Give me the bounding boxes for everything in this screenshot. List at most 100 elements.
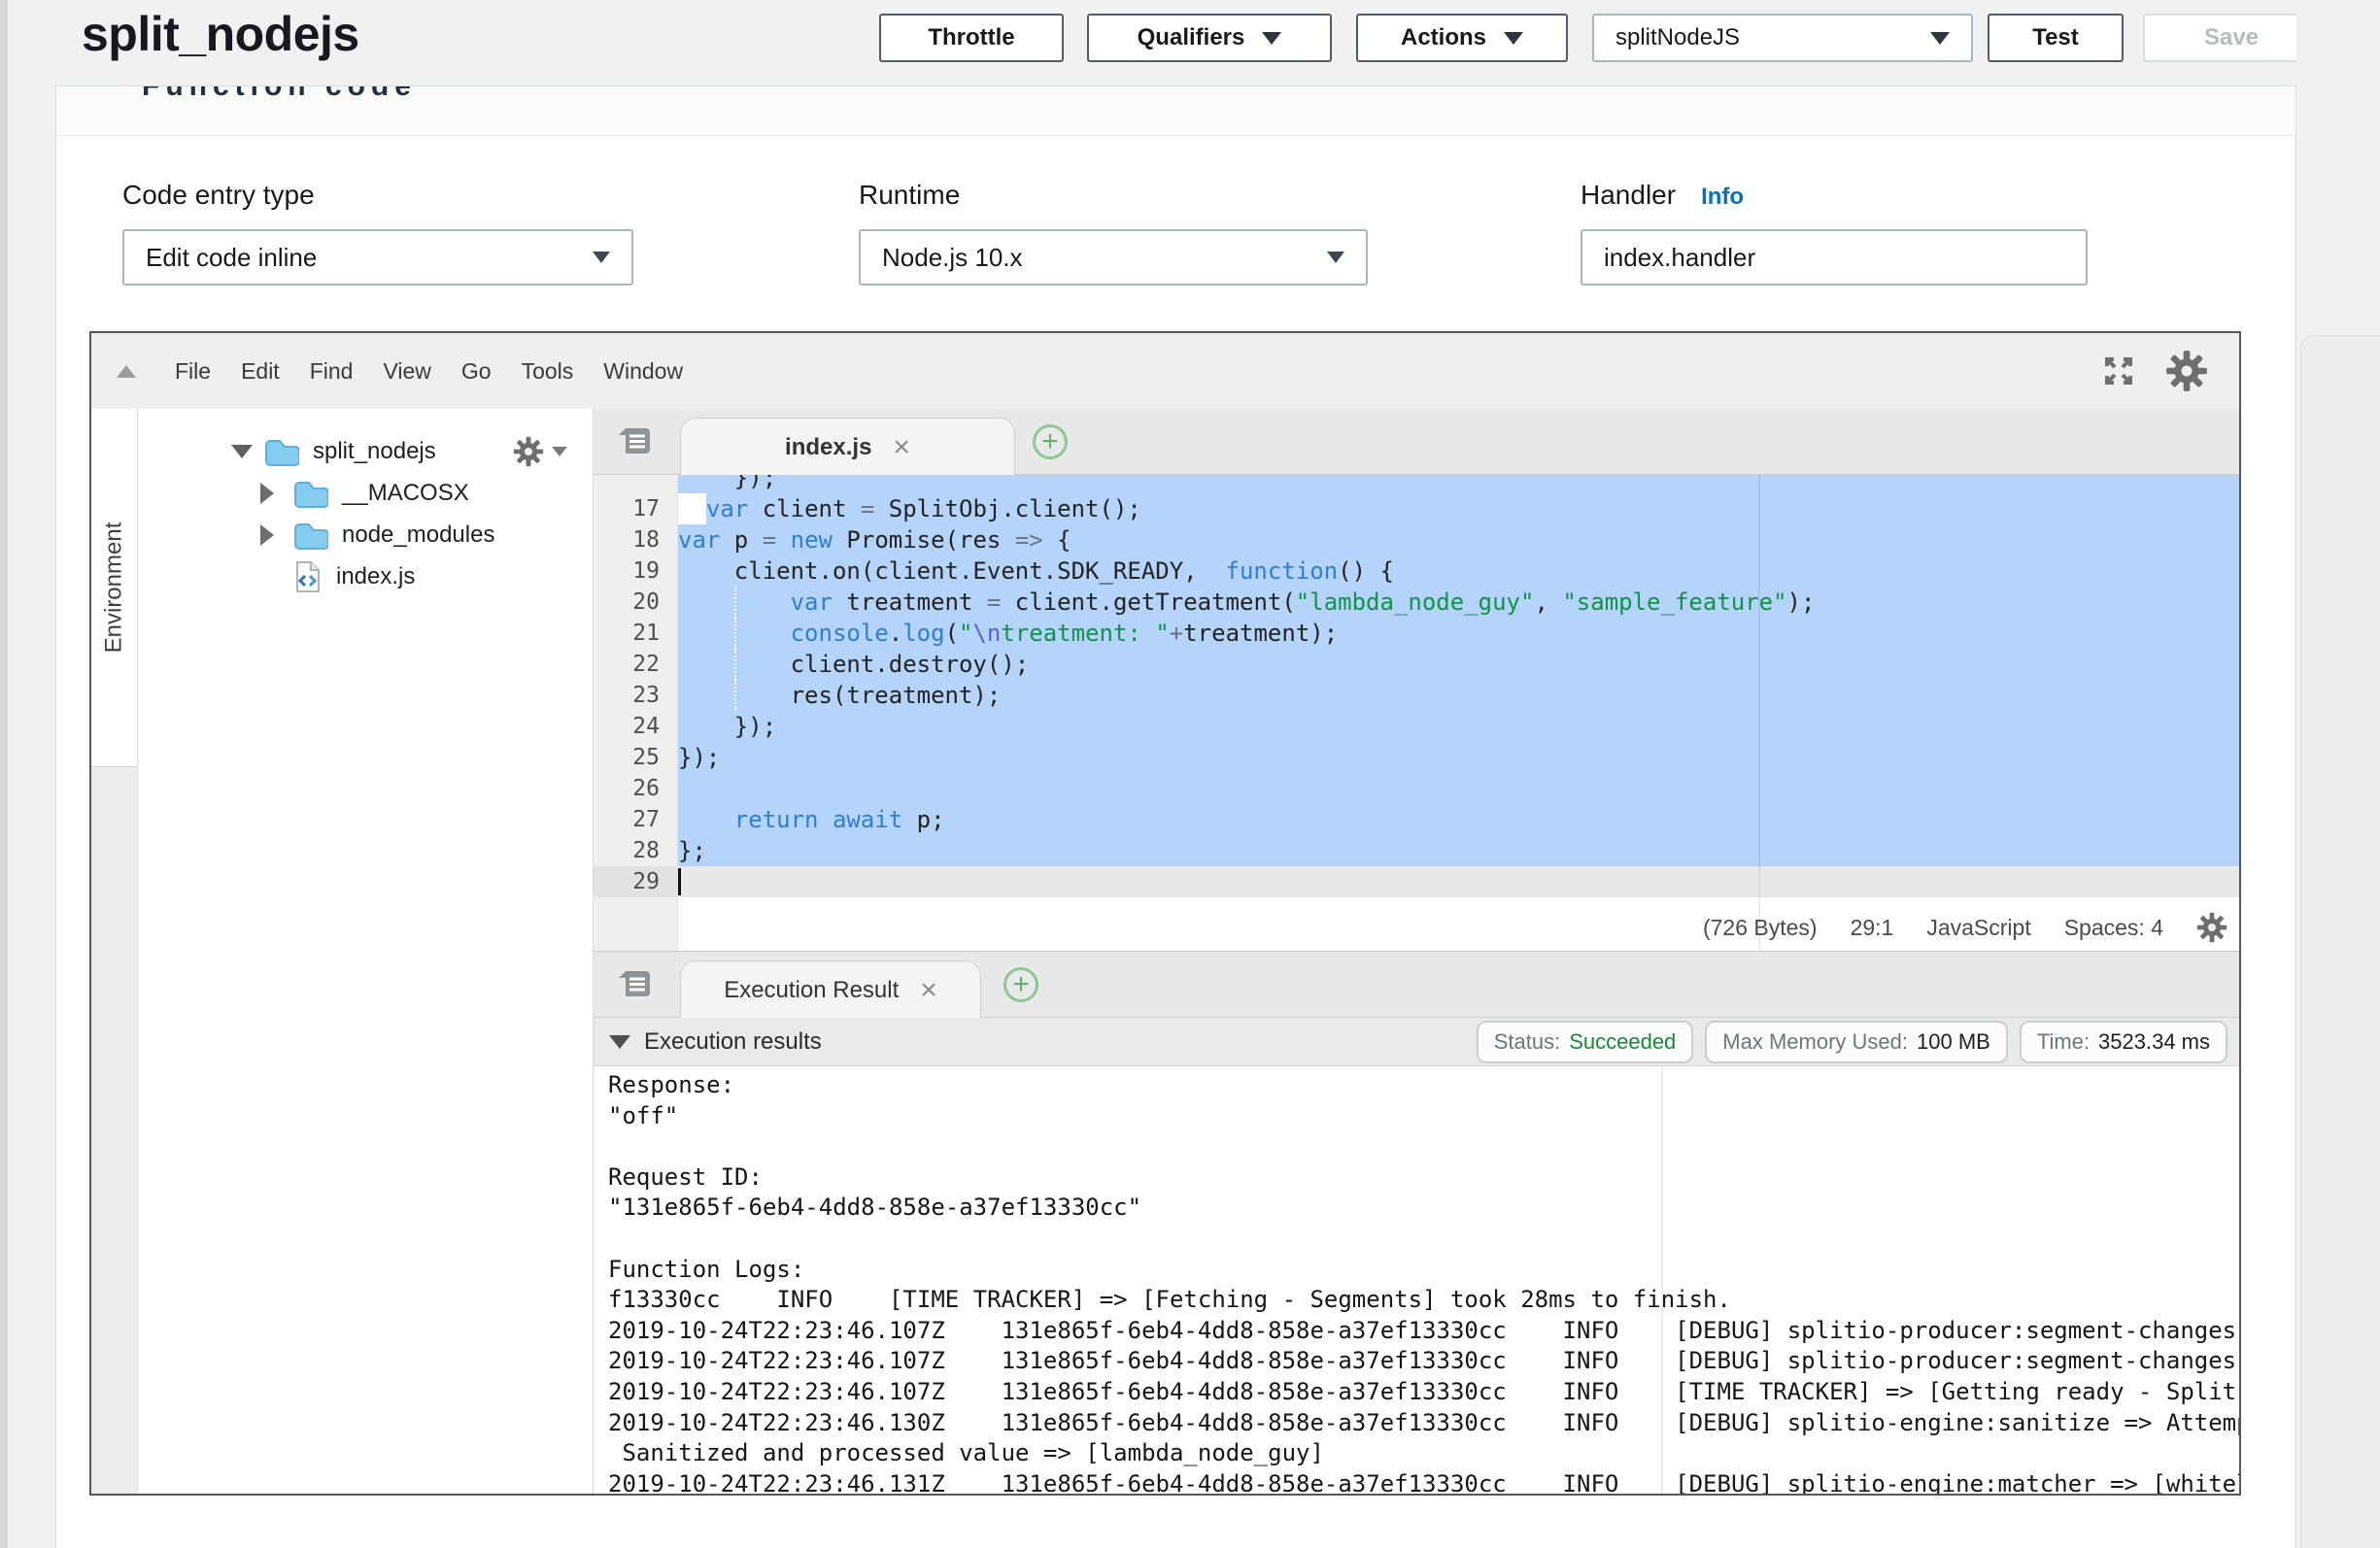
code-line-17[interactable]: 17 var client = SplitObj.client(); xyxy=(594,493,2239,524)
page-right-gutter xyxy=(2296,0,2380,1548)
test-button[interactable]: Test xyxy=(1988,14,2124,62)
badge-status-: Status:Succeeded xyxy=(1477,1021,1694,1063)
file-tree: split_nodejs__MACOSXnode_modulesindex.js xyxy=(138,409,594,1494)
code-line-22[interactable]: 22 client.destroy(); xyxy=(594,649,2239,680)
editor-body: Environment split_nodejs__MACOSXnode_mod… xyxy=(91,409,2239,1494)
code-entry-type-value: Edit code inline xyxy=(146,243,317,273)
line-number: 24 xyxy=(594,711,677,742)
runtime-select[interactable]: Node.js 10.x xyxy=(859,229,1368,286)
code-tabbar: index.js × + xyxy=(594,409,2239,475)
page-title: split_nodejs xyxy=(82,6,359,62)
menu-file[interactable]: File xyxy=(167,353,219,390)
runtime-label: Runtime xyxy=(859,180,960,211)
alias-select[interactable]: splitNodeJS xyxy=(1592,14,1973,62)
actions-button-label: Actions xyxy=(1401,24,1486,51)
lambda-console-page: split_nodejs Throttle Qualifiers Actions… xyxy=(0,0,2380,1548)
execution-results-title: Execution results xyxy=(644,1028,822,1056)
text-cursor xyxy=(678,868,681,895)
tree-settings-gear-icon[interactable] xyxy=(513,436,567,467)
chevron-down-icon xyxy=(1327,252,1344,263)
tree-item-label: index.js xyxy=(336,563,415,590)
code-line-23[interactable]: 23 res(treatment); xyxy=(594,680,2239,711)
save-button-label: Save xyxy=(2204,24,2259,51)
environment-tab-label: Environment xyxy=(101,522,128,654)
line-number: 17 xyxy=(594,493,677,524)
collapsed-right-panel xyxy=(2300,335,2380,1548)
handler-label-text: Handler xyxy=(1581,180,1676,210)
menu-edit[interactable]: Edit xyxy=(233,353,288,390)
qualifiers-button-label: Qualifiers xyxy=(1138,24,1245,51)
tab-index-js[interactable]: index.js × xyxy=(680,418,1015,476)
execution-results-header: Execution results Status:Succeeded Max Me… xyxy=(594,1018,2239,1066)
tab-execution-result-label: Execution Result xyxy=(724,977,899,1004)
add-tab-icon[interactable]: + xyxy=(1003,967,1038,1002)
tree-item--macosx[interactable]: __MACOSX xyxy=(138,472,593,514)
code-line-24[interactable]: 24 }); xyxy=(594,711,2239,742)
menu-window[interactable]: Window xyxy=(595,353,691,390)
code-line-27[interactable]: 27 return await p; xyxy=(594,804,2239,835)
code-line-16[interactable]: }); xyxy=(594,475,2239,493)
gear-icon[interactable] xyxy=(2196,912,2227,943)
test-button-label: Test xyxy=(2032,24,2079,51)
save-button[interactable]: Save xyxy=(2143,14,2320,62)
line-number: 22 xyxy=(594,649,677,680)
caret-right-icon[interactable] xyxy=(260,524,274,546)
badge-max-memory-used-: Max Memory Used:100 MB xyxy=(1705,1021,2008,1063)
code-entry-type-select[interactable]: Edit code inline xyxy=(122,229,633,286)
code-area[interactable]: (726 Bytes) 29:1 JavaScript Spaces: 4 })… xyxy=(594,475,2239,952)
fullscreen-icon[interactable] xyxy=(2101,353,2136,388)
line-number: 28 xyxy=(594,835,677,866)
environment-strip: Environment xyxy=(91,409,138,1494)
card-top-clipped-strip: Function code xyxy=(56,86,2295,136)
handler-info-link[interactable]: Info xyxy=(1701,184,1744,210)
tree-item-label: __MACOSX xyxy=(342,480,469,507)
menu-tools[interactable]: Tools xyxy=(514,353,582,390)
tree-item-index-js[interactable]: index.js xyxy=(138,555,593,597)
environment-tab[interactable]: Environment xyxy=(91,409,137,767)
code-line-19[interactable]: 19 client.on(client.Event.SDK_READY, fun… xyxy=(594,555,2239,587)
chevron-down-icon xyxy=(1930,32,1950,45)
close-icon[interactable]: × xyxy=(920,976,937,1005)
actions-button[interactable]: Actions xyxy=(1356,14,1568,62)
menu-find[interactable]: Find xyxy=(302,353,361,390)
code-line-21[interactable]: 21 console.log("\ntreatment: "+treatment… xyxy=(594,618,2239,649)
chevron-down-icon xyxy=(1262,32,1281,45)
window-left-edge xyxy=(0,0,8,1548)
menu-view[interactable]: View xyxy=(375,353,438,390)
code-line-29[interactable]: 29 xyxy=(594,866,2239,897)
caret-right-icon[interactable] xyxy=(260,483,274,504)
indent-setting[interactable]: Spaces: 4 xyxy=(2064,915,2163,941)
clipped-section-heading: Function code xyxy=(142,86,417,103)
badge-time-: Time:3523.34 ms xyxy=(2020,1021,2227,1063)
tab-list-icon[interactable] xyxy=(617,968,652,1004)
code-line-25[interactable]: 25}); xyxy=(594,742,2239,773)
code-line-28[interactable]: 28}; xyxy=(594,835,2239,866)
chevron-down-icon xyxy=(593,252,610,263)
gear-icon[interactable] xyxy=(2165,350,2208,392)
close-icon[interactable]: × xyxy=(893,433,910,462)
menubar-right-icons xyxy=(2101,350,2208,392)
tab-execution-result[interactable]: Execution Result × xyxy=(680,960,981,1019)
code-line-18[interactable]: 18var p = new Promise(res => { xyxy=(594,524,2239,555)
log-text: Response: "off" Request ID: "131e865f-6e… xyxy=(594,1066,2239,1494)
throttle-button-label: Throttle xyxy=(928,24,1014,51)
tree-item-node-modules[interactable]: node_modules xyxy=(138,514,593,555)
menu-go[interactable]: Go xyxy=(454,353,499,390)
editor-main: index.js × + (726 Bytes) 29:1 JavaScript… xyxy=(594,409,2239,1494)
caret-down-icon[interactable] xyxy=(231,445,253,458)
line-number: 25 xyxy=(594,742,677,773)
line-number: 19 xyxy=(594,555,677,587)
qualifiers-button[interactable]: Qualifiers xyxy=(1087,14,1332,62)
execution-results-output[interactable]: Response: "off" Request ID: "131e865f-6e… xyxy=(594,1066,2239,1494)
throttle-button[interactable]: Throttle xyxy=(879,14,1064,62)
collapse-panel-icon[interactable] xyxy=(117,365,136,378)
cursor-position[interactable]: 29:1 xyxy=(1851,915,1894,941)
collapse-results-icon[interactable] xyxy=(609,1035,630,1049)
results-tabbar: Execution Result × + xyxy=(594,952,2239,1018)
handler-input[interactable] xyxy=(1581,229,2088,286)
language-mode[interactable]: JavaScript xyxy=(1926,915,2030,941)
tab-list-icon[interactable] xyxy=(617,425,652,461)
code-line-20[interactable]: 20 var treatment = client.getTreatment("… xyxy=(594,587,2239,618)
add-tab-icon[interactable]: + xyxy=(1033,424,1068,459)
code-line-26[interactable]: 26 xyxy=(594,773,2239,804)
